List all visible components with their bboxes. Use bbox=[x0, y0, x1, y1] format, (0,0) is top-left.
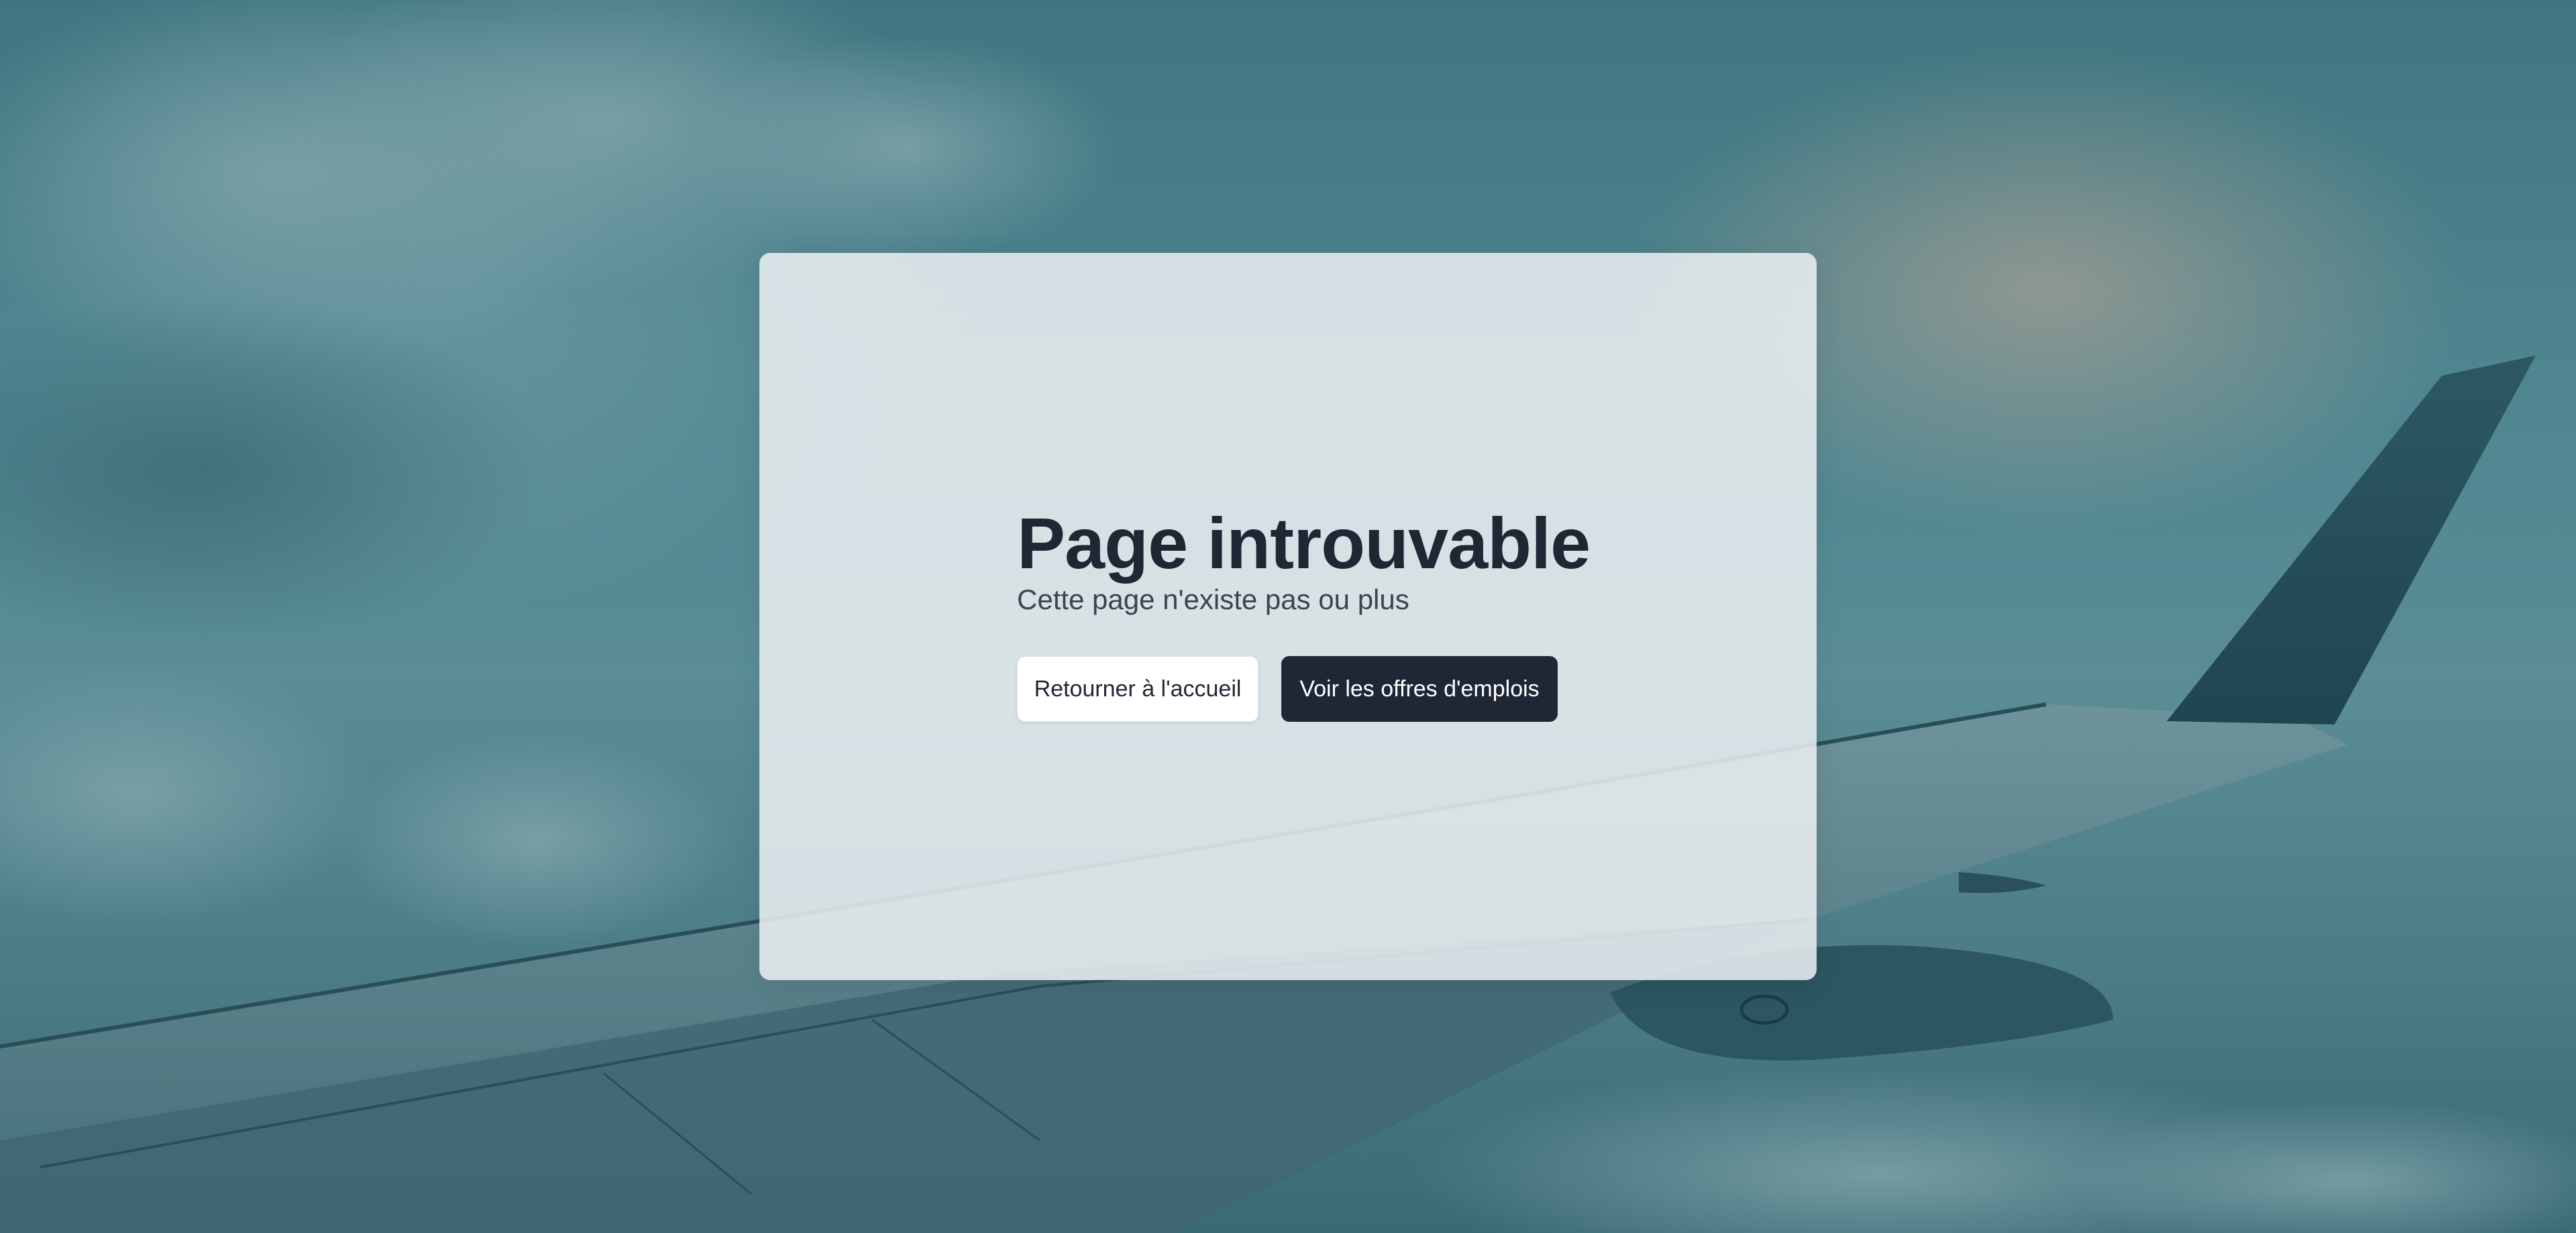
page-title: Page introuvable bbox=[1017, 502, 1591, 584]
view-job-offers-button[interactable]: Voir les offres d'emplois bbox=[1281, 656, 1558, 722]
action-buttons: Retourner à l'accueil Voir les offres d'… bbox=[1017, 656, 1558, 722]
not-found-page: Page introuvable Cette page n'existe pas… bbox=[0, 0, 2576, 1233]
page-subtitle: Cette page n'existe pas ou plus bbox=[1017, 584, 1409, 615]
return-home-button[interactable]: Retourner à l'accueil bbox=[1017, 656, 1258, 722]
error-content: Page introuvable Cette page n'existe pas… bbox=[1017, 502, 1688, 722]
